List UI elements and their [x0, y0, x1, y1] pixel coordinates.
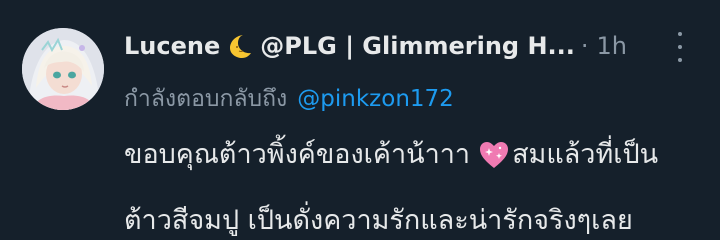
tweet-text-segment: ต้าวสีจมปู เป็นดั่งความรักและน่ารักจริงๆ…: [124, 205, 633, 236]
timestamp[interactable]: 1h: [597, 32, 627, 60]
more-options-button[interactable]: [668, 32, 692, 62]
tweet-header: Lucene @PLG | Glimmering H... · 1h: [124, 28, 644, 64]
replying-to-label: กำลังตอบกลับถึง: [124, 86, 288, 112]
tweet-text-segment: สมแล้วที่เป็น: [512, 139, 659, 170]
tweet-text-line: ขอบคุณต้าวพิ้งค์ของเค้าน้าาา สมแล้วที่เป…: [124, 136, 704, 174]
ellipsis-dot: [678, 58, 682, 62]
avatar[interactable]: [22, 28, 104, 110]
tweet[interactable]: Lucene @PLG | Glimmering H... · 1h กำลัง…: [0, 0, 720, 240]
tweet-text-line: ต้าวสีจมปู เป็นดั่งความรักและน่ารักจริงๆ…: [124, 202, 704, 240]
replying-to: กำลังตอบกลับถึง @pinkzon172: [124, 82, 454, 116]
ellipsis-dot: [678, 45, 682, 49]
tweet-text: ขอบคุณต้าวพิ้งค์ของเค้าน้าาา สมแล้วที่เป…: [124, 136, 704, 240]
crescent-moon-icon: [230, 35, 252, 58]
separator-dot: ·: [580, 32, 589, 60]
reply-handle-link[interactable]: @pinkzon172: [297, 86, 454, 112]
handle-text[interactable]: @PLG | Glimmering H...: [260, 32, 575, 60]
vertical-ellipsis-icon: [678, 32, 682, 36]
tweet-text-segment: ขอบคุณต้าวพิ้งค์ของเค้าน้าาา: [124, 139, 471, 170]
avatar-image: [22, 28, 104, 110]
display-name[interactable]: Lucene: [124, 32, 220, 60]
sparkling-heart-icon: [480, 142, 509, 168]
